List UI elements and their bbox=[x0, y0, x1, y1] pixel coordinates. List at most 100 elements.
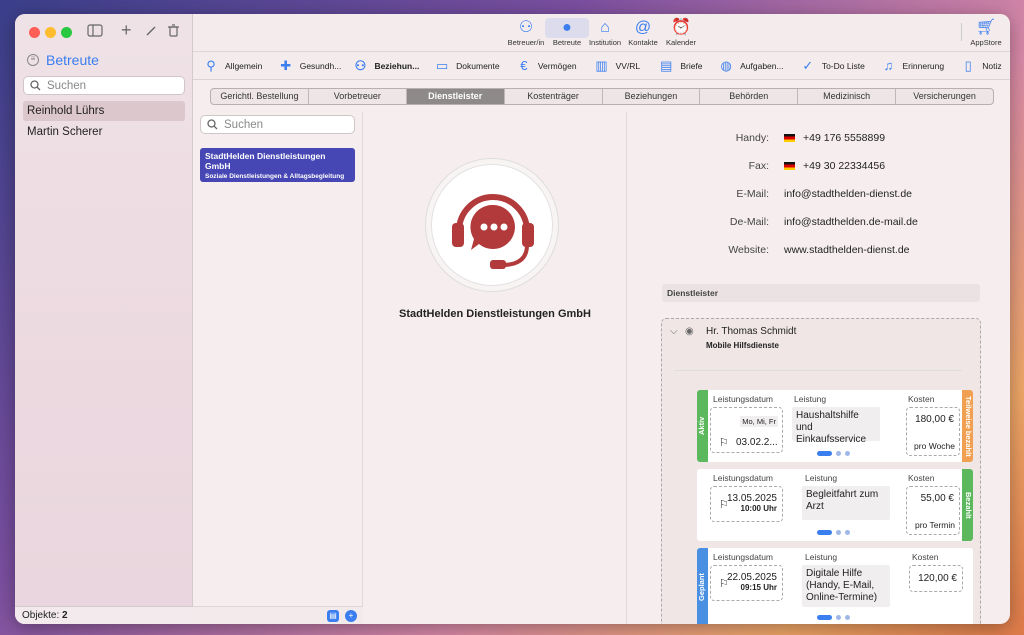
contact-person-name: Hr. Thomas Schmidt bbox=[706, 326, 797, 337]
appstore-button[interactable]: 🛒︎ AppStore bbox=[964, 18, 1008, 47]
service-card[interactable]: Aktiv Teilweise bezahlt Leistungsdatum L… bbox=[697, 390, 973, 462]
eye-icon[interactable]: ◉ bbox=[685, 326, 694, 337]
sidebar-title-label: Betreute bbox=[46, 52, 99, 68]
service-card[interactable]: Geplant Leistungsdatum Leistung Kosten ⚐… bbox=[697, 548, 973, 624]
list-icon: ≡ bbox=[27, 54, 39, 66]
add-icon[interactable]: + bbox=[121, 20, 132, 41]
sidebar-search-placeholder: Suchen bbox=[47, 79, 87, 92]
service-card[interactable]: Bezahlt Leistungsdatum Leistung Kosten ⚐… bbox=[697, 469, 973, 541]
nav-erinnerung[interactable]: ♫ Erinnerung bbox=[881, 58, 961, 73]
status-tag-right: Bezahlt bbox=[962, 469, 973, 541]
provider-list-panel: Suchen StadtHelden Dienstleistungen GmbH… bbox=[193, 112, 363, 624]
cost-value: 120,00 € bbox=[918, 573, 957, 584]
minimize-window-button[interactable] bbox=[45, 27, 56, 38]
nav-briefe[interactable]: ▤ Briefe bbox=[658, 58, 718, 74]
toolbar-kalender-button[interactable]: ⏰ Kalender bbox=[659, 18, 703, 47]
chart-icon: ▥ bbox=[595, 57, 608, 73]
nav-gesundheit[interactable]: ✚ Gesundh... bbox=[278, 58, 353, 74]
contact-value[interactable]: +49 176 5558899 bbox=[803, 132, 885, 144]
segment-kostentraeger[interactable]: Kostenträger bbox=[505, 89, 603, 104]
add-icon[interactable]: + bbox=[345, 610, 357, 622]
segment-vorbetreuer[interactable]: Vorbetreuer bbox=[309, 89, 407, 104]
days-label: Mo, Mi, Fr bbox=[740, 416, 778, 427]
cost-box[interactable]: 180,00 € pro Woche bbox=[906, 407, 960, 456]
provider-search-input[interactable]: Suchen bbox=[200, 115, 355, 134]
contact-row-demail: De-Mail: info@stadthelden.de-mail.de bbox=[627, 216, 987, 232]
segment-medizinisch[interactable]: Medizinisch bbox=[798, 89, 897, 104]
toolbar-label: Institution bbox=[588, 38, 622, 47]
edit-icon[interactable] bbox=[145, 24, 157, 41]
relations-icon: ⚇ bbox=[354, 57, 367, 73]
contact-label: Fax: bbox=[748, 160, 769, 172]
segment-gerichtl-bestellung[interactable]: Gerichtl. Bestellung bbox=[211, 89, 309, 104]
company-logo bbox=[425, 158, 559, 292]
contact-row-email: E-Mail: info@stadthelden-dienst.de bbox=[627, 188, 987, 204]
segment-versicherungen[interactable]: Versicherungen bbox=[896, 89, 993, 104]
nav-label: Aufgaben... bbox=[740, 60, 784, 71]
chevron-down-icon[interactable]: ⌵ bbox=[670, 326, 678, 337]
search-icon bbox=[207, 119, 218, 130]
contact-label: De-Mail: bbox=[729, 216, 769, 228]
contact-row-handy: Handy: +49 176 5558899 bbox=[627, 132, 987, 148]
status-tag-left: Geplant bbox=[697, 548, 708, 624]
document-icon[interactable]: ▤ bbox=[327, 610, 339, 622]
provider-search-placeholder: Suchen bbox=[224, 118, 264, 131]
nav-vvrl[interactable]: ▥ VV/RL bbox=[594, 58, 659, 74]
segment-dienstleister[interactable]: Dienstleister bbox=[406, 89, 505, 104]
service-time: 10:00 Uhr bbox=[740, 504, 777, 513]
nav-dokumente[interactable]: ▭ Dokumente bbox=[434, 58, 516, 74]
checkmark-icon: ✓ bbox=[802, 57, 814, 73]
segment-behoerden[interactable]: Behörden bbox=[700, 89, 799, 104]
nav-beziehungen[interactable]: ⚇ Beziehun... bbox=[352, 58, 434, 74]
trash-icon[interactable] bbox=[168, 24, 179, 41]
sidebar-toggle-icon[interactable] bbox=[87, 24, 103, 41]
nav-vermoegen[interactable]: € Vermögen bbox=[516, 58, 594, 73]
contact-value[interactable]: info@stadthelden-dienst.de bbox=[784, 188, 912, 200]
provider-group: ⌵ ◉ Hr. Thomas Schmidt Mobile Hilfsdiens… bbox=[661, 318, 981, 624]
sidebar-title: ≡ Betreute bbox=[27, 52, 99, 68]
nav-label: Dokumente bbox=[456, 60, 500, 71]
company-name: StadtHelden Dienstleistungen GmbH bbox=[399, 308, 591, 320]
provider-overview-panel: StadtHelden Dienstleistungen GmbH bbox=[363, 112, 627, 624]
provider-name: StadtHelden Dienstleistungen GmbH bbox=[205, 151, 326, 171]
service-name: Haushaltshilfe und Einkaufsservice bbox=[792, 407, 880, 445]
service-date: 03.02.2... bbox=[736, 437, 778, 448]
date-box[interactable]: ⚐ 22.05.2025 09:15 Uhr bbox=[710, 565, 783, 601]
sidebar-item[interactable]: Martin Scherer bbox=[23, 122, 185, 142]
segment-beziehungen[interactable]: Beziehungen bbox=[603, 89, 701, 104]
contact-value[interactable]: www.stadthelden-dienst.de bbox=[784, 244, 910, 256]
date-header: Leistungsdatum bbox=[713, 394, 774, 404]
nav-allgemein[interactable]: ⚲ Allgemein bbox=[203, 58, 278, 74]
contact-label: Website: bbox=[728, 244, 769, 256]
note-icon: ▯ bbox=[964, 57, 972, 73]
toolbar-betreuer-button[interactable]: ⚇ Betreuer/in bbox=[504, 18, 548, 47]
section-header: Dienstleister bbox=[662, 284, 980, 302]
date-box[interactable]: ⚐ 13.05.2025 10:00 Uhr bbox=[710, 486, 783, 522]
service-date: 13.05.2025 bbox=[726, 493, 777, 504]
cost-box[interactable]: 120,00 € bbox=[909, 565, 963, 592]
zoom-window-button[interactable] bbox=[61, 27, 72, 38]
service-date: 22.05.2025 bbox=[726, 572, 777, 583]
cost-value: 180,00 € bbox=[915, 414, 954, 425]
sidebar-item[interactable]: Reinhold Lührs bbox=[23, 101, 185, 121]
nav-aufgaben[interactable]: ◍ Aufgaben... bbox=[718, 58, 800, 74]
cost-period: pro Woche bbox=[914, 441, 955, 451]
nav-label: To-Do Liste bbox=[821, 60, 865, 71]
nav-label: Gesundh... bbox=[299, 60, 342, 71]
close-window-button[interactable] bbox=[29, 27, 40, 38]
cost-header: Kosten bbox=[912, 552, 939, 562]
provider-list-item[interactable]: StadtHelden Dienstleistungen GmbH Sozial… bbox=[200, 148, 355, 182]
cost-box[interactable]: 55,00 € pro Termin bbox=[906, 486, 960, 535]
nav-todo[interactable]: ✓ To-Do Liste bbox=[800, 58, 881, 74]
status-tag-right: Teilweise bezahlt bbox=[962, 390, 973, 462]
contact-row-website: Website: www.stadthelden-dienst.de bbox=[627, 244, 987, 260]
date-box[interactable]: Mo, Mi, Fr ⚐ 03.02.2... bbox=[710, 407, 783, 453]
sidebar-search-input[interactable]: Suchen bbox=[23, 76, 185, 95]
cart-icon: 🛒︎ bbox=[975, 19, 997, 36]
contact-value[interactable]: info@stadthelden.de-mail.de bbox=[784, 216, 918, 228]
contact-value[interactable]: +49 30 22334456 bbox=[803, 160, 885, 172]
document-icon: ▤ bbox=[660, 57, 673, 73]
bell-icon: ♫ bbox=[883, 58, 894, 73]
cost-period: pro Termin bbox=[915, 520, 955, 530]
nav-notiz[interactable]: ▯ Notiz bbox=[960, 58, 1010, 74]
